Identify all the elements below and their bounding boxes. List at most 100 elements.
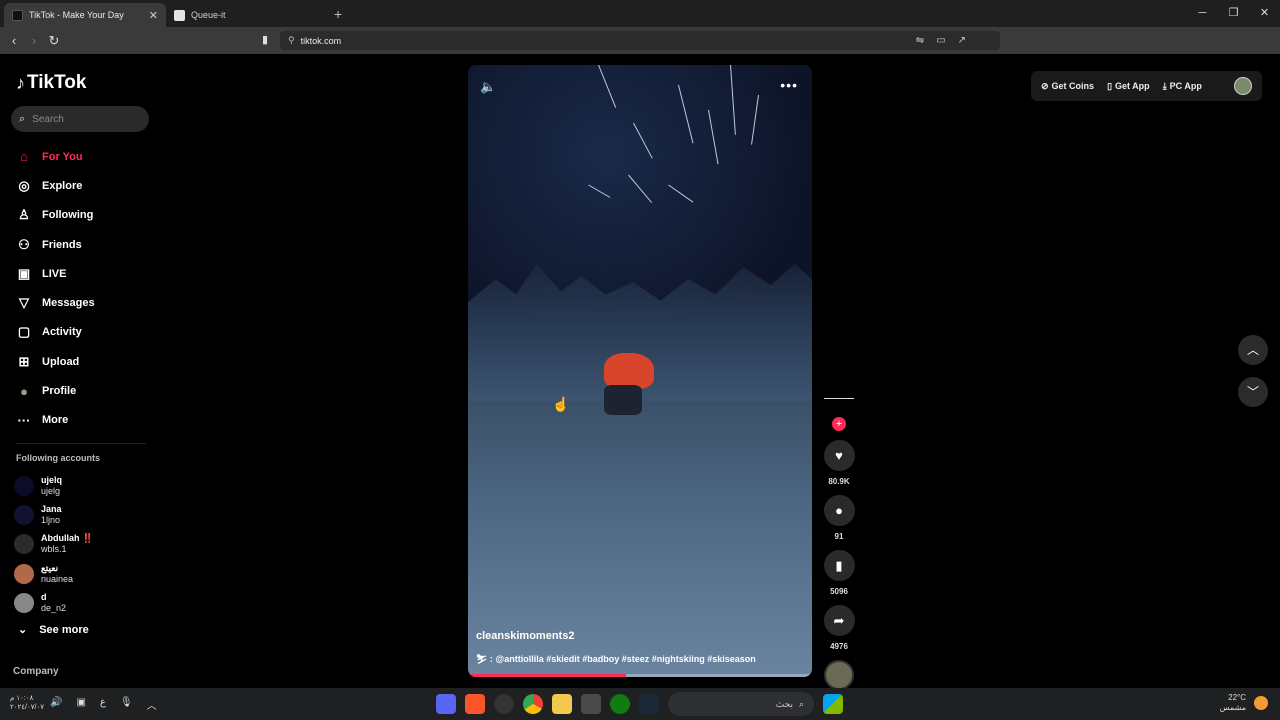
- save-action[interactable]: ▮ 5096: [823, 550, 855, 596]
- speaker-icon[interactable]: 🔊: [50, 697, 62, 712]
- store-app-icon[interactable]: [581, 694, 601, 714]
- tab-tiktok[interactable]: TikTok - Make Your Day ✕: [4, 3, 166, 27]
- get-coins-button[interactable]: ⊘ Get Coins: [1041, 81, 1094, 92]
- see-more-button[interactable]: ⌄ See more: [18, 623, 89, 637]
- following-account[interactable]: Abdullah ‼️ wbls.1: [14, 530, 154, 559]
- chrome-app-icon[interactable]: [523, 694, 543, 714]
- site-info-icon[interactable]: ⚲: [288, 35, 295, 46]
- network-icon[interactable]: ▣: [76, 697, 85, 712]
- creator-avatar[interactable]: [824, 398, 854, 414]
- company-link[interactable]: Company: [13, 666, 59, 677]
- heart-icon[interactable]: ♥: [823, 440, 855, 471]
- next-video-button[interactable]: ﹀: [1238, 377, 1268, 407]
- tray-overflow-icon[interactable]: ︿: [147, 697, 157, 712]
- video-description[interactable]: ⛷ : @anttiollila #skiedit #badboy #steez…: [476, 654, 756, 665]
- see-more-label: See more: [39, 623, 89, 636]
- account-handle: 1ljno: [41, 515, 61, 526]
- obs-app-icon[interactable]: [494, 694, 514, 714]
- previous-video-button[interactable]: ︿: [1238, 335, 1268, 365]
- tab-title: TikTok - Make Your Day: [29, 10, 124, 20]
- bookmark-icon[interactable]: ▮: [823, 550, 855, 581]
- following-account[interactable]: نعيتع nuainea: [14, 559, 154, 588]
- video-player[interactable]: 🔈 ••• cleanskimoments2 ⛷ : @anttiollila …: [468, 65, 812, 677]
- steam-app-icon[interactable]: [639, 694, 659, 714]
- brave-app-icon[interactable]: [465, 694, 485, 714]
- following-account[interactable]: ujelq ujelg: [14, 471, 154, 500]
- forward-icon[interactable]: ›: [24, 33, 44, 48]
- like-action[interactable]: ♥ 80.9K: [823, 440, 855, 486]
- sidebar-item-live[interactable]: ▣ LIVE: [16, 259, 156, 288]
- tiktok-favicon: [12, 9, 23, 21]
- microphone-icon[interactable]: 🎙: [120, 697, 133, 712]
- tab-title: Queue-it: [191, 10, 226, 20]
- sidebar-item-for-you[interactable]: ⌂ For You: [16, 142, 156, 171]
- user-avatar[interactable]: [1234, 77, 1252, 95]
- sidebar-menu: ⌂ For You ◎ Explore ♙ Following ⚇ Friend…: [16, 142, 156, 435]
- cast-icon[interactable]: ▭: [936, 35, 945, 46]
- video-progress-bar[interactable]: [468, 674, 812, 677]
- share-count: 4976: [830, 642, 848, 651]
- sidebar-item-label: Activity: [42, 326, 82, 339]
- xbox-app-icon[interactable]: [610, 694, 630, 714]
- back-icon[interactable]: ‹: [4, 33, 24, 48]
- sidebar-item-activity[interactable]: ▢ Activity: [16, 318, 156, 347]
- share-action[interactable]: ➦ 4976: [823, 605, 855, 651]
- skier-legs: [604, 385, 642, 415]
- following-account[interactable]: Jana 1ljno: [14, 500, 154, 529]
- discord-app-icon[interactable]: [436, 694, 456, 714]
- bookmark-icon[interactable]: ▮: [262, 33, 268, 46]
- system-tray: 🔊 ▣ ع 🎙 ︿: [50, 697, 157, 712]
- following-icon: ♙: [18, 207, 30, 223]
- sidebar-item-more[interactable]: ··· More: [16, 406, 156, 435]
- top-right-bar: ⊘ Get Coins ▯ Get App ⤓ PC App: [1031, 71, 1262, 101]
- minimize-button[interactable]: ─: [1187, 0, 1218, 27]
- comment-icon[interactable]: ●: [823, 495, 855, 526]
- share-arrow-icon[interactable]: ➦: [823, 605, 855, 636]
- friends-icon: ⚇: [18, 236, 30, 252]
- clock[interactable]: ١٠:٠٨ م ٢٠٢٤/٠٧/٠٧: [10, 694, 44, 712]
- get-app-button[interactable]: ▯ Get App: [1107, 81, 1150, 92]
- url-field[interactable]: ▮ ⚲ tiktok.com ⇋ ▭ ↗: [262, 31, 1000, 50]
- file-explorer-icon[interactable]: [552, 694, 572, 714]
- windows-start-icon[interactable]: [823, 694, 843, 714]
- share-icon[interactable]: ↗: [958, 35, 966, 46]
- following-accounts-title: Following accounts: [16, 453, 101, 463]
- reload-icon[interactable]: ↻: [44, 33, 64, 49]
- account-name: Jana: [41, 504, 62, 515]
- close-window-button[interactable]: ✕: [1249, 0, 1280, 27]
- search-input[interactable]: ⌕ Search: [11, 106, 149, 132]
- new-tab-button[interactable]: +: [334, 6, 342, 22]
- maximize-button[interactable]: ❐: [1218, 0, 1249, 27]
- sidebar-item-explore[interactable]: ◎ Explore: [16, 171, 156, 200]
- comment-action[interactable]: ● 91: [823, 495, 855, 541]
- upload-icon: ⊞: [18, 353, 30, 369]
- following-account[interactable]: d de_n2: [14, 589, 154, 618]
- sidebar-item-friends[interactable]: ⚇ Friends: [16, 230, 156, 259]
- weather-desc: مشمس: [1219, 703, 1246, 712]
- tab-queue-it[interactable]: Queue-it: [166, 3, 326, 27]
- sidebar-item-upload[interactable]: ⊞ Upload: [16, 347, 156, 376]
- following-accounts-list: ujelq ujelg Jana 1ljno Abdullah ‼️ wbls.1 ن…: [14, 471, 154, 618]
- account-handle: de_n2: [41, 603, 67, 614]
- sidebar-item-label: LIVE: [42, 267, 67, 280]
- follow-button[interactable]: +: [832, 417, 846, 431]
- close-tab-icon[interactable]: ✕: [149, 9, 158, 22]
- account-name: نعيتع: [41, 562, 59, 573]
- video-more-icon[interactable]: •••: [780, 77, 798, 93]
- queue-it-favicon: [174, 9, 185, 21]
- pc-app-button[interactable]: ⤓ PC App: [1163, 81, 1202, 92]
- volume-icon[interactable]: 🔈: [480, 79, 496, 95]
- taskbar-search[interactable]: بحث ⌕: [668, 692, 814, 716]
- music-disc[interactable]: [824, 660, 854, 690]
- weather-widget[interactable]: 22°C مشمس: [1220, 693, 1268, 713]
- sidebar-item-profile[interactable]: ● Profile: [16, 376, 156, 405]
- language-indicator[interactable]: ع: [100, 697, 106, 712]
- tiktok-logo[interactable]: ♪ TikTok: [16, 72, 86, 94]
- sidebar-item-following[interactable]: ♙ Following: [16, 201, 156, 230]
- save-count: 5096: [830, 587, 848, 596]
- account-handle: wbls.1: [41, 544, 67, 555]
- sidebar-item-messages[interactable]: ▽ Messages: [16, 288, 156, 317]
- logo-text: TikTok: [27, 72, 87, 93]
- video-username[interactable]: cleanskimoments2: [476, 630, 574, 642]
- translate-icon[interactable]: ⇋: [916, 35, 924, 46]
